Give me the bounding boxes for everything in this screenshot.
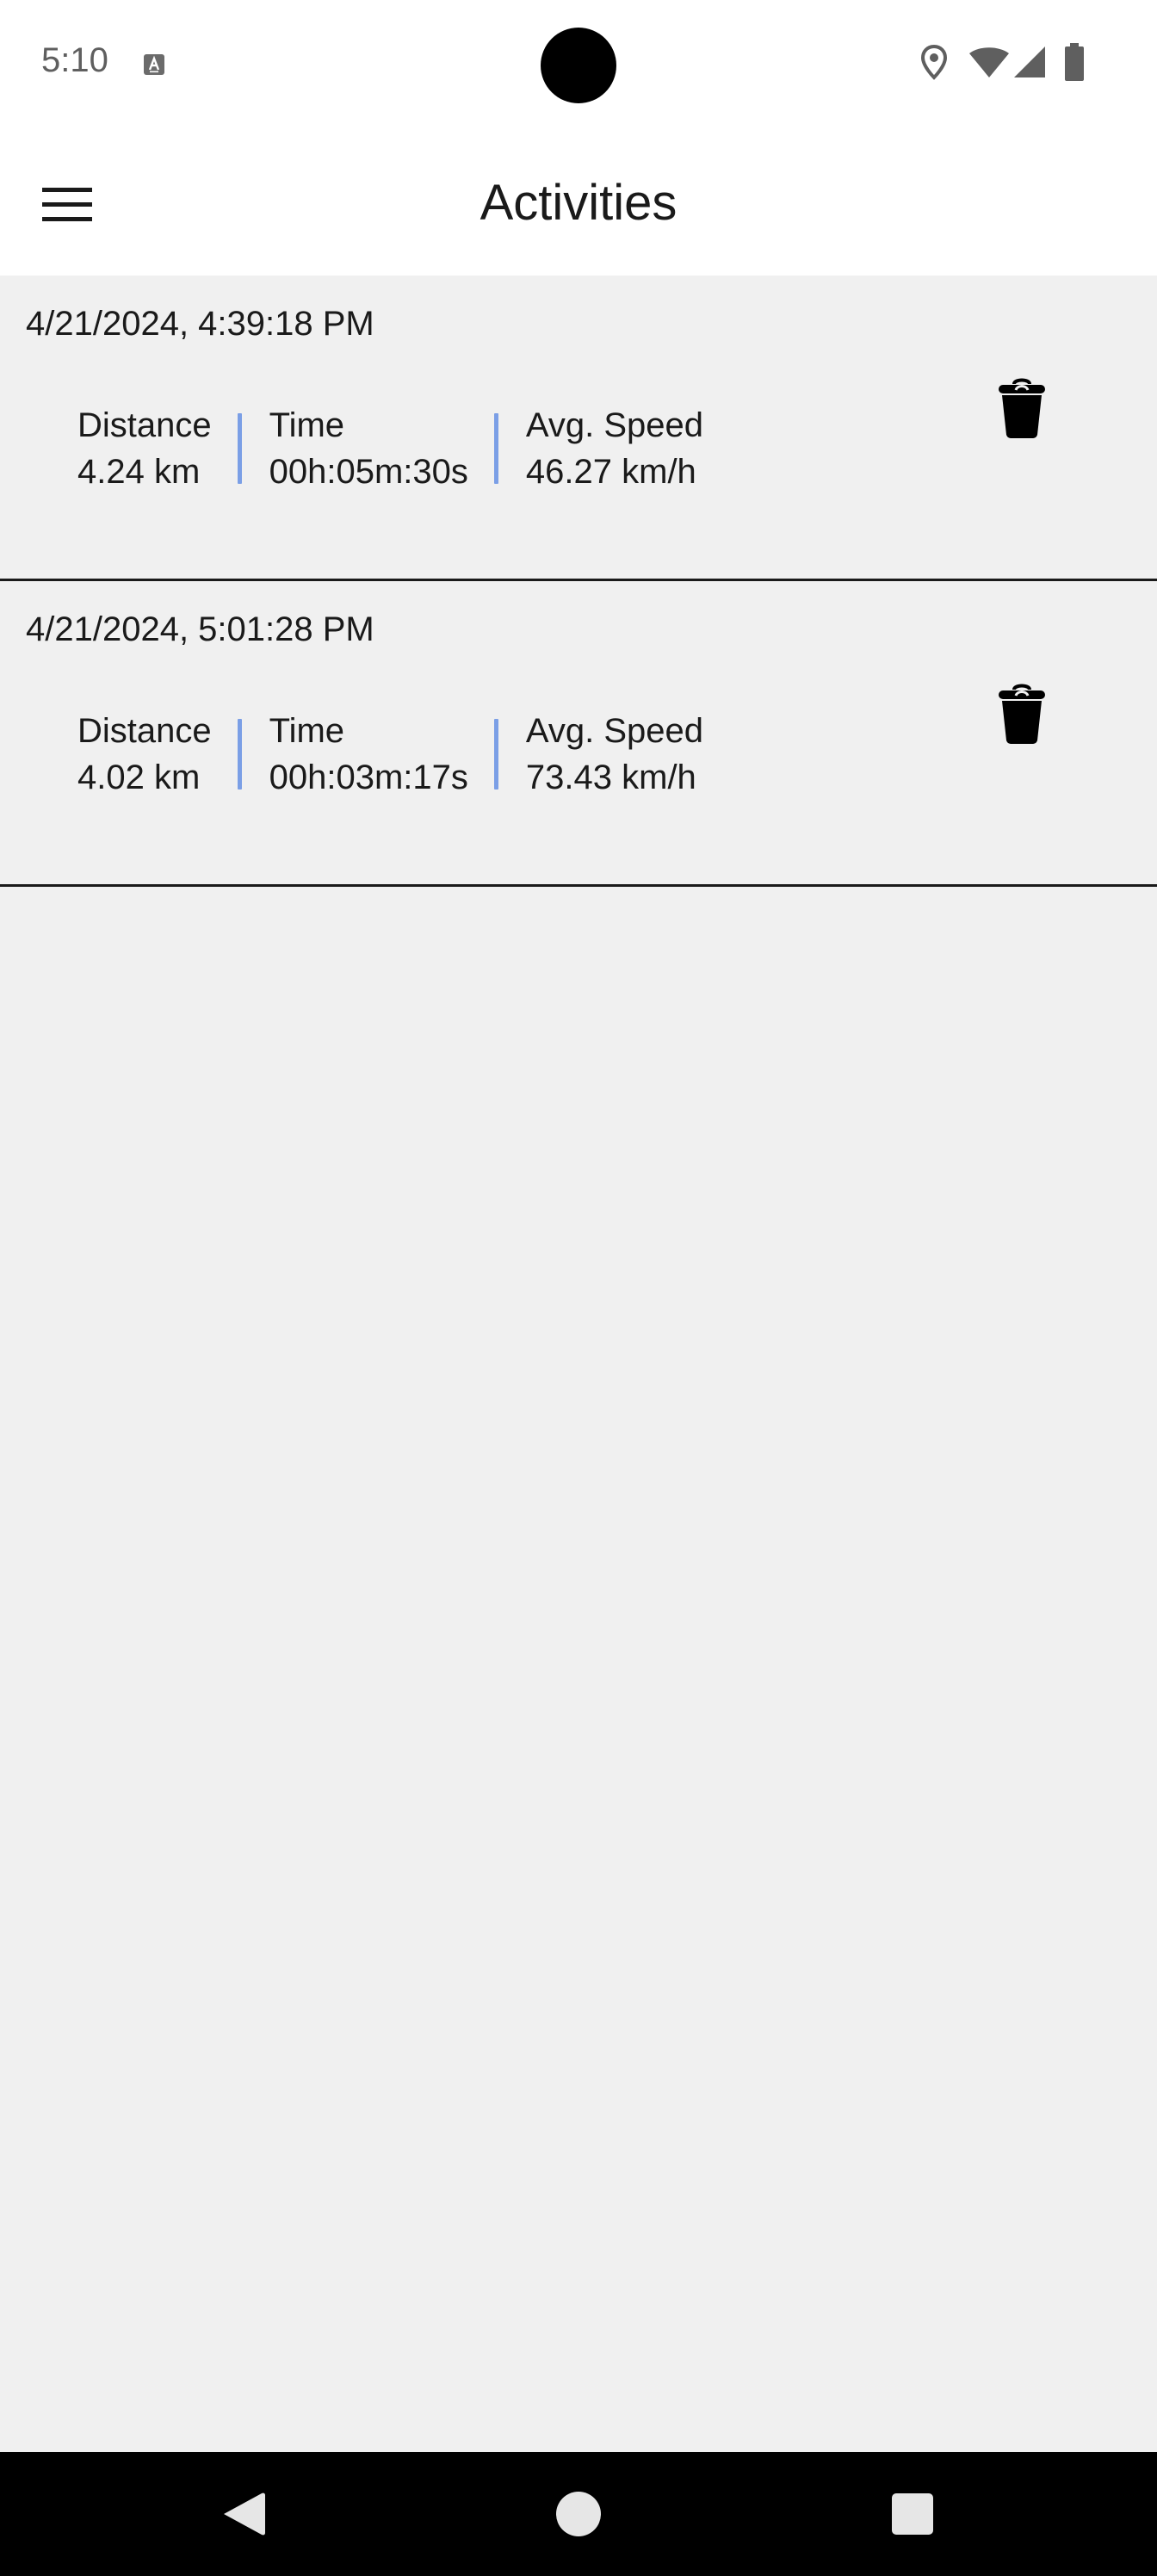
stat-divider [237, 719, 242, 790]
trash-icon [999, 684, 1045, 744]
status-bar: 5:10 [0, 0, 1157, 129]
activity-stats: Distance 4.02 km Time 00h:03m:17s Avg. S… [77, 712, 703, 796]
stat-distance-label: Distance [77, 406, 212, 444]
activity-item[interactable]: 4/21/2024, 4:39:18 PM Distance 4.24 km T… [0, 276, 1157, 581]
wifi-icon [969, 47, 1009, 77]
delete-activity-button[interactable] [990, 678, 1054, 748]
stat-speed-label: Avg. Speed [525, 406, 703, 444]
stat-time-label: Time [269, 406, 345, 444]
trash-icon [999, 378, 1045, 438]
stat-distance: Distance 4.02 km [77, 712, 212, 796]
recents-icon [892, 2493, 933, 2535]
stat-speed-value: 73.43 km/h [525, 759, 696, 796]
home-icon [556, 2492, 601, 2536]
delete-activity-button[interactable] [990, 372, 1054, 443]
page-title: Activities [480, 175, 677, 231]
stat-speed: Avg. Speed 46.27 km/h [525, 406, 703, 491]
stat-distance: Distance 4.24 km [77, 406, 212, 491]
stat-speed-value: 46.27 km/h [525, 453, 696, 491]
keyboard-a-icon [144, 54, 164, 75]
stat-speed: Avg. Speed 73.43 km/h [525, 712, 703, 796]
battery-icon [1065, 43, 1084, 81]
stat-time-label: Time [269, 712, 345, 750]
activity-date: 4/21/2024, 4:39:18 PM [26, 305, 374, 343]
back-icon [224, 2492, 265, 2536]
stat-time: Time 00h:05m:30s [269, 406, 468, 491]
status-time: 5:10 [41, 41, 108, 79]
stat-distance-value: 4.24 km [77, 453, 201, 491]
activity-list: 4/21/2024, 4:39:18 PM Distance 4.24 km T… [0, 276, 1157, 887]
stat-time-value: 00h:03m:17s [269, 759, 468, 796]
stat-speed-label: Avg. Speed [525, 712, 703, 750]
activity-item[interactable]: 4/21/2024, 5:01:28 PM Distance 4.02 km T… [0, 581, 1157, 887]
stat-distance-value: 4.02 km [77, 759, 201, 796]
activity-date: 4/21/2024, 5:01:28 PM [26, 610, 374, 648]
stat-divider [237, 413, 242, 484]
stat-time: Time 00h:03m:17s [269, 712, 468, 796]
stat-divider [493, 413, 498, 484]
recents-button[interactable] [885, 2486, 940, 2542]
stat-time-value: 00h:05m:30s [269, 453, 468, 491]
home-button[interactable] [551, 2486, 606, 2542]
navigation-bar [0, 2452, 1157, 2576]
stat-divider [493, 719, 498, 790]
activity-stats: Distance 4.24 km Time 00h:05m:30s Avg. S… [77, 406, 703, 491]
cell-signal-icon [1014, 46, 1045, 77]
back-button[interactable] [215, 2486, 270, 2542]
stat-distance-label: Distance [77, 712, 212, 750]
location-pin-icon [920, 44, 948, 80]
camera-cutout [541, 28, 616, 103]
app-bar: Activities [0, 129, 1157, 276]
